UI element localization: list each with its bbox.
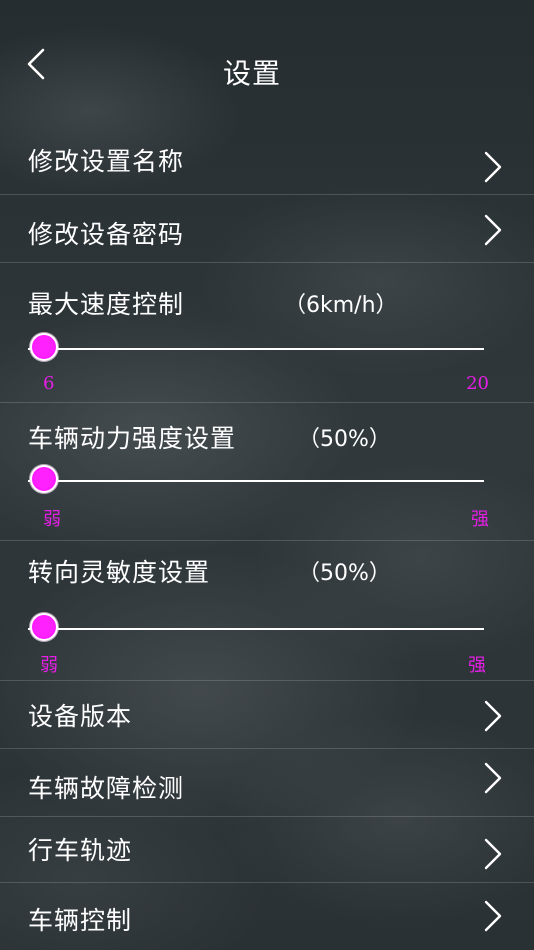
slider-track xyxy=(28,480,484,482)
menu-item-fault-detection[interactable]: 车辆故障检测 xyxy=(0,748,534,817)
menu-item-label: 修改设备密码 xyxy=(28,220,185,249)
speed-label: 最大速度控制 xyxy=(28,290,185,319)
steering-label: 转向灵敏度设置 xyxy=(28,558,211,587)
slider-track xyxy=(28,348,484,350)
menu-item-label: 修改设置名称 xyxy=(28,147,185,176)
steering-value: （50%） xyxy=(298,561,391,586)
page-title: 设置 xyxy=(222,57,281,90)
menu-item-vehicle-control[interactable]: 车辆控制 xyxy=(0,882,534,950)
power-setting: 车辆动力强度设置 （50%） 弱 强 xyxy=(0,402,534,541)
slider-track xyxy=(28,628,484,630)
chevron-right-icon xyxy=(484,762,502,794)
chevron-right-icon xyxy=(484,838,502,870)
slider-min-label: 弱 xyxy=(40,655,58,676)
speed-value: （6km/h） xyxy=(284,293,398,318)
menu-item-label: 车辆故障检测 xyxy=(28,774,185,803)
power-slider[interactable] xyxy=(28,465,484,497)
slider-thumb[interactable] xyxy=(30,613,58,641)
power-label: 车辆动力强度设置 xyxy=(28,424,237,453)
chevron-right-icon xyxy=(484,214,502,246)
slider-min-label: 弱 xyxy=(43,509,61,530)
slider-max-label: 强 xyxy=(468,655,486,676)
menu-item-label: 设备版本 xyxy=(28,702,133,731)
slider-thumb[interactable] xyxy=(30,333,58,361)
menu-item-label: 车辆控制 xyxy=(28,906,133,935)
power-value: （50%） xyxy=(298,427,391,452)
chevron-right-icon xyxy=(484,900,502,932)
chevron-right-icon xyxy=(484,151,502,183)
header: 设置 xyxy=(0,0,534,130)
steering-slider[interactable] xyxy=(28,613,484,645)
slider-max-label: 强 xyxy=(471,509,489,530)
menu-item-label: 行车轨迹 xyxy=(28,836,133,865)
speed-setting: 最大速度控制 （6km/h） 6 20 xyxy=(0,262,534,403)
menu-item-rename[interactable]: 修改设置名称 xyxy=(0,126,534,194)
chevron-right-icon xyxy=(484,700,502,732)
menu-item-password[interactable]: 修改设备密码 xyxy=(0,194,534,263)
slider-thumb[interactable] xyxy=(30,465,58,493)
menu-item-driving-track[interactable]: 行车轨迹 xyxy=(0,816,534,883)
slider-max-label: 20 xyxy=(466,373,489,394)
menu-item-version[interactable]: 设备版本 xyxy=(0,680,534,749)
steering-setting: 转向灵敏度设置 （50%） 弱 强 xyxy=(0,540,534,681)
slider-min-label: 6 xyxy=(43,373,55,394)
speed-slider[interactable] xyxy=(28,333,484,365)
